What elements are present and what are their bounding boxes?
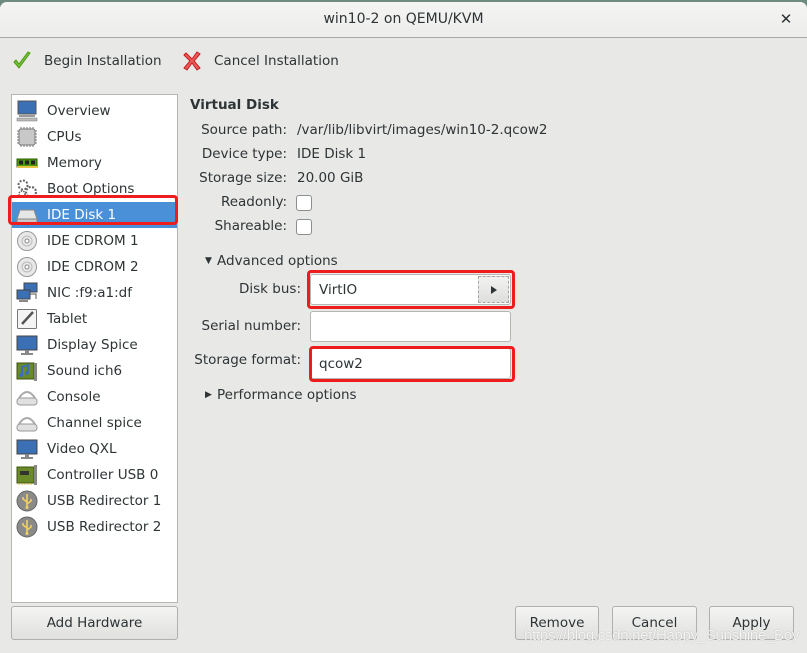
serial-port-icon bbox=[15, 411, 39, 435]
disk-bus-label: Disk bus: bbox=[239, 281, 301, 297]
begin-installation-button[interactable]: Begin Installation bbox=[12, 50, 162, 72]
cdrom-icon bbox=[15, 229, 39, 253]
network-icon bbox=[15, 281, 39, 305]
cdrom-icon bbox=[15, 255, 39, 279]
begin-installation-label: Begin Installation bbox=[44, 53, 162, 69]
hardware-list: Overview CPUs Memory Boot Options IDE Di… bbox=[11, 94, 178, 603]
vm-details-window: win10-2 on QEMU/KVM ✕ Begin Installation… bbox=[0, 2, 807, 653]
red-x-icon bbox=[182, 50, 202, 72]
source-path-label: Source path: bbox=[201, 122, 287, 138]
hw-item-cpus[interactable]: CPUs bbox=[12, 124, 177, 150]
hw-item-sound-ich6[interactable]: Sound ich6 bbox=[12, 358, 177, 384]
triangle-right-icon bbox=[490, 285, 497, 294]
sound-card-icon bbox=[15, 359, 39, 383]
device-type-label: Device type: bbox=[201, 146, 287, 162]
readonly-label: Readonly: bbox=[220, 194, 287, 210]
hw-item-memory[interactable]: Memory bbox=[12, 150, 177, 176]
close-icon: ✕ bbox=[779, 10, 793, 28]
performance-options-label: Performance options bbox=[217, 387, 357, 403]
hw-item-ide-cdrom-1[interactable]: IDE CDROM 1 bbox=[12, 228, 177, 254]
collapsed-arrow-icon: ▶ bbox=[205, 390, 212, 400]
window-title: win10-2 on QEMU/KVM bbox=[323, 11, 484, 27]
hw-item-usb-redirector-1[interactable]: USB Redirector 1 bbox=[12, 488, 177, 514]
performance-options-expander[interactable]: ▶ Performance options bbox=[205, 387, 357, 403]
storage-size-value: 20.00 GiB bbox=[297, 170, 364, 186]
serial-number-input[interactable] bbox=[310, 311, 511, 342]
shareable-label: Shareable: bbox=[214, 218, 287, 234]
monitor-computer-icon bbox=[15, 99, 39, 123]
hw-item-usb-redirector-2[interactable]: USB Redirector 2 bbox=[12, 514, 177, 540]
hw-item-video-qxl[interactable]: Video QXL bbox=[12, 436, 177, 462]
controller-card-icon bbox=[15, 463, 39, 487]
hw-item-ide-disk-1[interactable]: IDE Disk 1 bbox=[12, 202, 177, 228]
apply-button[interactable]: Apply bbox=[709, 606, 794, 640]
hw-item-overview[interactable]: Overview bbox=[12, 98, 177, 124]
source-path-value: /var/lib/libvirt/images/win10-2.qcow2 bbox=[297, 122, 548, 138]
device-type-value: IDE Disk 1 bbox=[297, 146, 367, 162]
cancel-installation-label: Cancel Installation bbox=[214, 53, 339, 69]
storage-size-label: Storage size: bbox=[199, 170, 287, 186]
memory-module-icon bbox=[15, 151, 39, 175]
disk-bus-dropdown-button[interactable] bbox=[478, 276, 509, 303]
title-bar: win10-2 on QEMU/KVM ✕ bbox=[0, 2, 807, 38]
expanded-arrow-icon: ▼ bbox=[205, 256, 212, 266]
cpu-chip-icon bbox=[15, 125, 39, 149]
storage-format-input[interactable] bbox=[310, 348, 511, 379]
hw-item-nic[interactable]: NIC :f9:a1:df bbox=[12, 280, 177, 306]
disk-bus-combo[interactable]: VirtIO bbox=[310, 274, 511, 305]
hw-item-channel-spice[interactable]: Channel spice bbox=[12, 410, 177, 436]
readonly-checkbox[interactable] bbox=[296, 195, 312, 211]
display-icon bbox=[15, 437, 39, 461]
hw-item-ide-cdrom-2[interactable]: IDE CDROM 2 bbox=[12, 254, 177, 280]
section-title: Virtual Disk bbox=[190, 97, 279, 113]
display-icon bbox=[15, 333, 39, 357]
add-hardware-button[interactable]: Add Hardware bbox=[11, 606, 178, 640]
serial-port-icon bbox=[15, 385, 39, 409]
hw-item-boot-options[interactable]: Boot Options bbox=[12, 176, 177, 202]
hw-item-console[interactable]: Console bbox=[12, 384, 177, 410]
cancel-installation-button[interactable]: Cancel Installation bbox=[182, 50, 339, 72]
tablet-icon bbox=[15, 307, 39, 331]
disk-bus-value: VirtIO bbox=[319, 282, 358, 298]
cancel-button[interactable]: Cancel bbox=[612, 606, 697, 640]
gears-icon bbox=[15, 177, 39, 201]
serial-number-label: Serial number: bbox=[201, 318, 302, 334]
hw-item-tablet[interactable]: Tablet bbox=[12, 306, 177, 332]
usb-icon bbox=[15, 489, 39, 513]
advanced-options-label: Advanced options bbox=[217, 253, 338, 269]
usb-icon bbox=[15, 515, 39, 539]
hard-disk-icon bbox=[15, 203, 39, 227]
hw-item-display-spice[interactable]: Display Spice bbox=[12, 332, 177, 358]
checkmark-icon bbox=[12, 50, 32, 72]
advanced-options-expander[interactable]: ▼ Advanced options bbox=[205, 253, 338, 269]
shareable-checkbox[interactable] bbox=[296, 219, 312, 235]
storage-format-label: Storage format: bbox=[194, 352, 301, 368]
close-button[interactable]: ✕ bbox=[777, 10, 795, 28]
hw-item-controller-usb-0[interactable]: Controller USB 0 bbox=[12, 462, 177, 488]
remove-button[interactable]: Remove bbox=[515, 606, 599, 640]
